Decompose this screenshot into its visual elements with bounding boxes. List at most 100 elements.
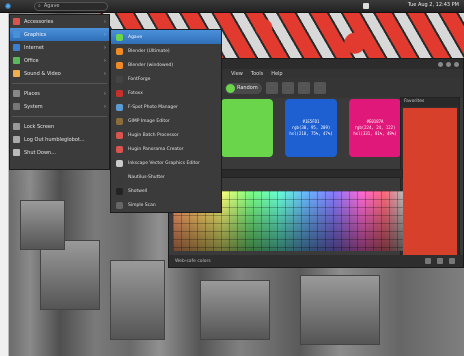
graphics-submenu: Agave Blender (Ultimate) Blender (windowed… xyxy=(110,29,222,213)
palette-name[interactable]: Web-safe colors xyxy=(175,259,211,264)
minimize-button[interactable] xyxy=(438,61,443,67)
submenu-item-label: Blender (windowed) xyxy=(128,62,174,68)
left-dock-strip xyxy=(0,13,9,356)
favorite-swatch-red[interactable] xyxy=(403,108,457,264)
submenu-item-label: F-Spot Photo Manager xyxy=(128,104,178,110)
submenu-item-12[interactable]: Simple Scan xyxy=(111,198,221,212)
app-launcher-icon[interactable]: ✺ xyxy=(2,1,14,12)
menu-item-1[interactable]: Graphics › xyxy=(10,28,109,41)
applications-menu: Accessories › Graphics › Internet › Office › Sou… xyxy=(9,14,110,170)
blender-icon xyxy=(116,47,123,55)
chevron-right-icon: › xyxy=(104,44,106,51)
scheme-label: Random xyxy=(237,85,258,91)
menu-item-4[interactable]: Sound & Video › xyxy=(10,67,109,80)
logout-icon xyxy=(13,136,20,143)
palette-controls xyxy=(425,258,455,264)
menu-separator xyxy=(12,83,107,84)
menu-item-label: Internet xyxy=(24,44,44,51)
submenu-item-10[interactable]: Nautilus-Shutter xyxy=(111,170,221,184)
menu-item-7[interactable]: Lock Screen xyxy=(10,120,109,133)
submenu-item-label: FontForge xyxy=(128,76,151,82)
submenu-item-label: Simple Scan xyxy=(128,202,156,208)
search-text: Agave xyxy=(43,3,60,9)
submenu-item-label: Fotoxx xyxy=(128,90,143,96)
chevron-right-icon: › xyxy=(104,31,106,38)
submenu-item-label: Nautilus-Shutter xyxy=(128,174,165,180)
random-scheme-button[interactable]: Random xyxy=(225,82,262,94)
menu-item-3[interactable]: Office › xyxy=(10,54,109,67)
submenu-item-0[interactable]: Agave xyxy=(111,30,221,44)
submenu-item-label: Agave xyxy=(128,34,143,40)
top-panel: ✺ ⌕ Agave Tue Aug 2, 12:43 PM xyxy=(0,0,464,13)
folder-icon xyxy=(13,90,20,97)
chevron-right-icon: › xyxy=(104,90,106,97)
agave-icon xyxy=(116,33,123,41)
menu-item-9[interactable]: Shut Down... xyxy=(10,146,109,159)
blender-icon xyxy=(116,61,123,69)
submenu-item-5[interactable]: F-Spot Photo Manager xyxy=(111,100,221,114)
submenu-item-2[interactable]: Blender (windowed) xyxy=(111,58,221,72)
fotoxx-icon xyxy=(116,89,123,97)
wallpaper-cube xyxy=(110,260,165,340)
submenu-item-label: Shotwell xyxy=(128,188,148,194)
swatch-green[interactable] xyxy=(221,99,273,157)
clock[interactable]: Tue Aug 2, 12:43 PM xyxy=(408,2,459,8)
chevron-right-icon: › xyxy=(104,57,106,64)
office-icon xyxy=(13,57,20,64)
fontforge-icon xyxy=(116,75,123,83)
accessories-icon xyxy=(13,18,20,25)
submenu-item-3[interactable]: FontForge xyxy=(111,72,221,86)
gimp-icon xyxy=(116,117,123,125)
chevron-right-icon: › xyxy=(104,18,106,25)
menu-tools[interactable]: Tools xyxy=(251,71,263,77)
submenu-item-8[interactable]: Hugin Panorama Creator xyxy=(111,142,221,156)
scheme-icon xyxy=(226,83,235,93)
color-swatches: #1E5FD1 rgb(30, 95, 209) hsl(218, 75%, 4… xyxy=(221,99,403,157)
eyedropper-icon[interactable] xyxy=(297,82,310,94)
menu-item-2[interactable]: Internet › xyxy=(10,41,109,54)
menu-item-6[interactable]: System › xyxy=(10,100,109,113)
menu-item-label: Sound & Video xyxy=(24,70,61,77)
menu-help[interactable]: Help xyxy=(271,71,282,77)
menu-item-label: Accessories xyxy=(24,18,54,25)
menu-item-label: Log Out humbleglobot... xyxy=(24,136,85,143)
favorites-title: Favorites xyxy=(401,98,459,106)
hugin-icon xyxy=(116,131,123,139)
swatch-blue[interactable]: #1E5FD1 rgb(30, 95, 209) hsl(218, 75%, 4… xyxy=(285,99,337,157)
menu-item-label: Office xyxy=(24,57,39,64)
submenu-item-6[interactable]: GIMP Image Editor xyxy=(111,114,221,128)
close-button[interactable] xyxy=(454,61,459,67)
add-icon[interactable] xyxy=(425,258,431,264)
previous-icon[interactable] xyxy=(265,82,278,94)
submenu-item-1[interactable]: Blender (Ultimate) xyxy=(111,44,221,58)
menu-item-8[interactable]: Log Out humbleglobot... xyxy=(10,133,109,146)
submenu-item-7[interactable]: Hugin Batch Processor xyxy=(111,128,221,142)
submenu-item-label: Inkscape Vector Graphics Editor xyxy=(128,160,200,166)
menu-item-label: System xyxy=(24,103,43,110)
tray-icon[interactable] xyxy=(363,3,369,9)
copy-icon[interactable] xyxy=(313,82,326,94)
submenu-item-label: Hugin Panorama Creator xyxy=(128,146,184,152)
wallpaper-cube xyxy=(200,280,270,340)
power-icon xyxy=(13,149,20,156)
submenu-item-9[interactable]: Inkscape Vector Graphics Editor xyxy=(111,156,221,170)
remove-icon[interactable] xyxy=(437,258,443,264)
menu-item-5[interactable]: Places › xyxy=(10,87,109,100)
swatch-magenta[interactable]: #E0187A rgb(224, 24, 122) hsl(331, 81%, … xyxy=(349,99,401,157)
submenu-item-label: Blender (Ultimate) xyxy=(128,48,170,54)
palette-bar: Web-safe colors xyxy=(169,255,463,267)
inkscape-icon xyxy=(116,159,123,167)
submenu-item-4[interactable]: Fotoxx xyxy=(111,86,221,100)
next-icon[interactable] xyxy=(281,82,294,94)
media-icon xyxy=(13,70,20,77)
submenu-item-11[interactable]: Shotwell xyxy=(111,184,221,198)
menu-item-0[interactable]: Accessories › xyxy=(10,15,109,28)
graphics-icon xyxy=(13,31,20,38)
menu-view[interactable]: View xyxy=(231,71,243,77)
dropper-icon[interactable] xyxy=(449,258,455,264)
shotwell-icon xyxy=(116,187,123,195)
submenu-item-label: Hugin Batch Processor xyxy=(128,132,179,138)
maximize-button[interactable] xyxy=(446,61,451,67)
shutter-icon xyxy=(116,173,123,181)
search-field[interactable]: ⌕ Agave xyxy=(34,1,108,11)
